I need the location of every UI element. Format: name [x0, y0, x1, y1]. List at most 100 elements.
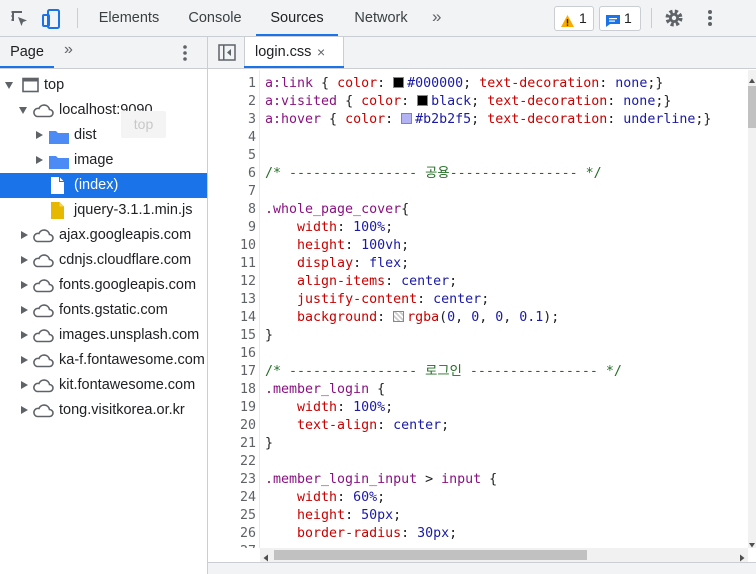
cloud-icon: [32, 328, 54, 346]
line-number[interactable]: 9: [208, 219, 256, 237]
line-number[interactable]: 15: [208, 327, 256, 345]
line-number[interactable]: 17: [208, 363, 256, 381]
line-gutter: 1 2 3 4 5 6 7 8 9 10 11 12 13 14 15 16 17 18 19 20 21 22 23 24 2…: [208, 70, 256, 548]
line-number[interactable]: 12: [208, 273, 256, 291]
tab-elements[interactable]: Elements: [90, 0, 168, 36]
collapse-arrow-icon[interactable]: [19, 107, 27, 114]
code-punct: :: [345, 508, 362, 523]
tree-item-domain[interactable]: cdnjs.cloudflare.com: [0, 248, 207, 273]
gear-icon[interactable]: [663, 7, 685, 29]
line-number[interactable]: 10: [208, 237, 256, 255]
close-icon[interactable]: ×: [317, 37, 325, 67]
line-number[interactable]: 4: [208, 129, 256, 147]
kebab-menu-icon[interactable]: [699, 7, 721, 29]
tree-item-dist[interactable]: dist: [0, 123, 207, 148]
tab-page[interactable]: Page: [0, 37, 54, 68]
tree-item-label: ajax.googleapis.com: [59, 227, 192, 243]
scroll-down-icon[interactable]: [748, 536, 756, 552]
expand-arrow-icon[interactable]: [36, 131, 43, 139]
line-number[interactable]: 5: [208, 147, 256, 165]
line-number[interactable]: 8: [208, 201, 256, 219]
line-number[interactable]: 24: [208, 489, 256, 507]
expand-arrow-icon[interactable]: [21, 281, 28, 289]
line-number[interactable]: 1: [208, 75, 256, 93]
code-comment: /* ---------------- 로그인 ----------------…: [265, 364, 622, 379]
navigator-menu-icon[interactable]: [178, 43, 192, 63]
line-number[interactable]: 6: [208, 165, 256, 183]
tree-item-label: (index): [74, 177, 119, 193]
color-swatch[interactable]: [401, 113, 413, 124]
code-punct: ,: [455, 310, 472, 325]
vertical-scroll-thumb[interactable]: [748, 86, 756, 128]
code-punct: ;: [377, 490, 386, 505]
tree-item-domain[interactable]: ka-f.fontawesome.com: [0, 348, 207, 373]
expand-arrow-icon[interactable]: [21, 331, 28, 339]
code-line: justify-content: center;: [265, 291, 489, 309]
line-number[interactable]: 2: [208, 93, 256, 111]
expand-arrow-icon[interactable]: [21, 381, 28, 389]
tree-item-domain[interactable]: fonts.googleapis.com: [0, 273, 207, 298]
tab-network[interactable]: Network: [344, 0, 418, 36]
tree-item-jquery[interactable]: jquery-3.1.1.min.js: [0, 198, 207, 223]
warnings-badge[interactable]: 1: [554, 6, 594, 31]
line-number[interactable]: 20: [208, 417, 256, 435]
line-number[interactable]: 26: [208, 525, 256, 543]
tree-item-domain[interactable]: images.unsplash.com: [0, 323, 207, 348]
tab-sources[interactable]: Sources: [256, 0, 338, 36]
expand-arrow-icon[interactable]: [21, 231, 28, 239]
element-picker-icon[interactable]: [9, 8, 31, 30]
expand-arrow-icon[interactable]: [21, 306, 28, 314]
tree-item-localhost[interactable]: localhost:9090: [0, 98, 207, 123]
line-number[interactable]: 3: [208, 111, 256, 129]
horizontal-scroll-thumb[interactable]: [274, 550, 587, 560]
tree-item-domain[interactable]: tong.visitkorea.or.kr: [0, 398, 207, 423]
tree-item-top[interactable]: top: [0, 73, 207, 98]
code-punct: :: [345, 238, 362, 253]
line-number[interactable]: 11: [208, 255, 256, 273]
line-number[interactable]: 16: [208, 345, 256, 363]
code-punct: :: [599, 76, 616, 91]
more-tabs-button[interactable]: »: [432, 7, 442, 27]
color-swatch[interactable]: [393, 311, 405, 322]
drag-ghost-tooltip: top: [121, 111, 166, 138]
vertical-scrollbar[interactable]: [748, 70, 756, 548]
css-value: underline: [623, 112, 696, 127]
line-number[interactable]: 14: [208, 309, 256, 327]
messages-badge[interactable]: 1: [599, 6, 641, 31]
expand-arrow-icon[interactable]: [21, 256, 28, 264]
tree-item-domain[interactable]: kit.fontawesome.com: [0, 373, 207, 398]
expand-arrow-icon[interactable]: [21, 406, 28, 414]
toggle-navigator-icon[interactable]: [218, 44, 236, 61]
code-comment: /* ---------------- 공용---------------- *…: [265, 166, 602, 181]
tree-item-domain[interactable]: ajax.googleapis.com: [0, 223, 207, 248]
editor-tabbar: login.css ×: [208, 37, 756, 69]
tab-console[interactable]: Console: [178, 0, 252, 36]
line-number[interactable]: 7: [208, 183, 256, 201]
scroll-up-icon[interactable]: [748, 72, 756, 88]
code-line: width: 60%;: [265, 489, 385, 507]
collapse-arrow-icon[interactable]: [5, 82, 13, 89]
line-number[interactable]: 13: [208, 291, 256, 309]
code-line: height: 50px;: [265, 507, 401, 525]
code-punct: :: [337, 490, 354, 505]
expand-arrow-icon[interactable]: [36, 156, 43, 164]
more-navigator-tabs-button[interactable]: »: [64, 41, 73, 59]
line-number[interactable]: 19: [208, 399, 256, 417]
expand-arrow-icon[interactable]: [21, 356, 28, 364]
tree-item-image[interactable]: image: [0, 148, 207, 173]
css-property: align-items: [297, 274, 386, 289]
file-tab-login-css[interactable]: login.css ×: [244, 37, 344, 68]
device-toolbar-icon[interactable]: [41, 8, 63, 30]
color-swatch[interactable]: [417, 95, 429, 106]
line-number[interactable]: 21: [208, 435, 256, 453]
line-number[interactable]: 25: [208, 507, 256, 525]
code-line: .member_login_input > input {: [265, 471, 497, 489]
code-line: width: 100%;: [265, 219, 393, 237]
line-number[interactable]: 18: [208, 381, 256, 399]
tree-item-domain[interactable]: fonts.gstatic.com: [0, 298, 207, 323]
line-number[interactable]: 23: [208, 471, 256, 489]
color-swatch[interactable]: [393, 77, 405, 88]
line-number[interactable]: 22: [208, 453, 256, 471]
code-editor[interactable]: 1 2 3 4 5 6 7 8 9 10 11 12 13 14 15 16 17 18 19 20 21 22 23 24 2…: [208, 70, 748, 548]
tree-item-index[interactable]: (index): [0, 173, 207, 198]
